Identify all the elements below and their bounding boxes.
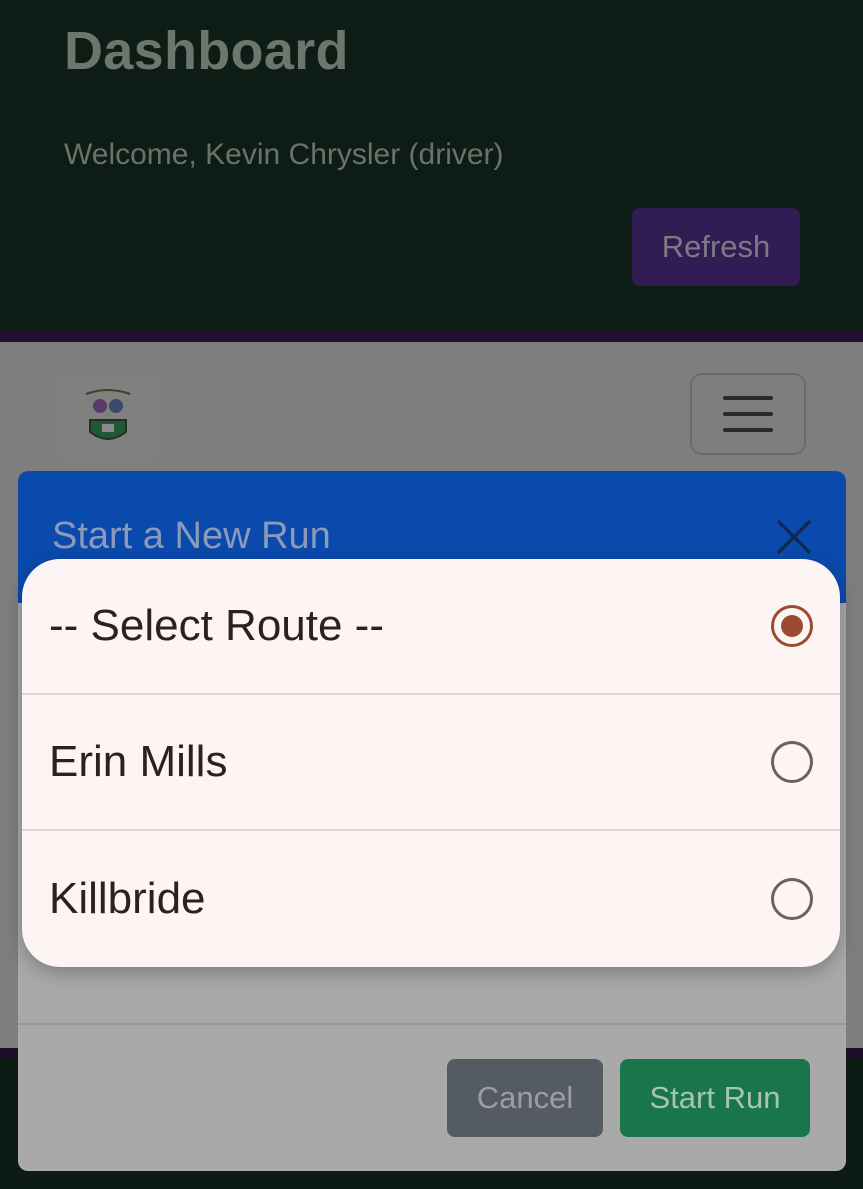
school-crest-logo[interactable] [58, 374, 158, 460]
route-select-picker: -- Select Route -- Erin Mills Killbride [22, 559, 840, 967]
hamburger-line [723, 396, 773, 400]
crest-icon [85, 389, 131, 440]
route-option-killbride[interactable]: Killbride [22, 831, 840, 967]
refresh-button[interactable]: Refresh [632, 208, 800, 286]
radio-unselected-icon[interactable] [771, 741, 813, 783]
page-title: Dashboard [64, 21, 349, 81]
hamburger-line [723, 412, 773, 416]
modal-footer-divider [18, 1023, 846, 1025]
option-label: -- Select Route -- [49, 601, 384, 650]
radio-selected-icon[interactable] [771, 605, 813, 647]
header-divider [0, 332, 863, 342]
modal-title: Start a New Run [52, 515, 331, 557]
dashboard-header: Dashboard Welcome, Kevin Chrysler (drive… [0, 0, 863, 334]
route-option-select[interactable]: -- Select Route -- [22, 559, 840, 695]
close-icon[interactable] [774, 517, 814, 557]
hamburger-line [723, 428, 773, 432]
radio-unselected-icon[interactable] [771, 878, 813, 920]
option-label: Erin Mills [49, 737, 228, 786]
start-run-button[interactable]: Start Run [620, 1059, 810, 1137]
welcome-text: Welcome, Kevin Chrysler (driver) [64, 138, 504, 171]
route-option-erin-mills[interactable]: Erin Mills [22, 695, 840, 831]
hamburger-menu-icon[interactable] [690, 373, 806, 455]
option-label: Killbride [49, 874, 206, 923]
cancel-button[interactable]: Cancel [447, 1059, 603, 1137]
